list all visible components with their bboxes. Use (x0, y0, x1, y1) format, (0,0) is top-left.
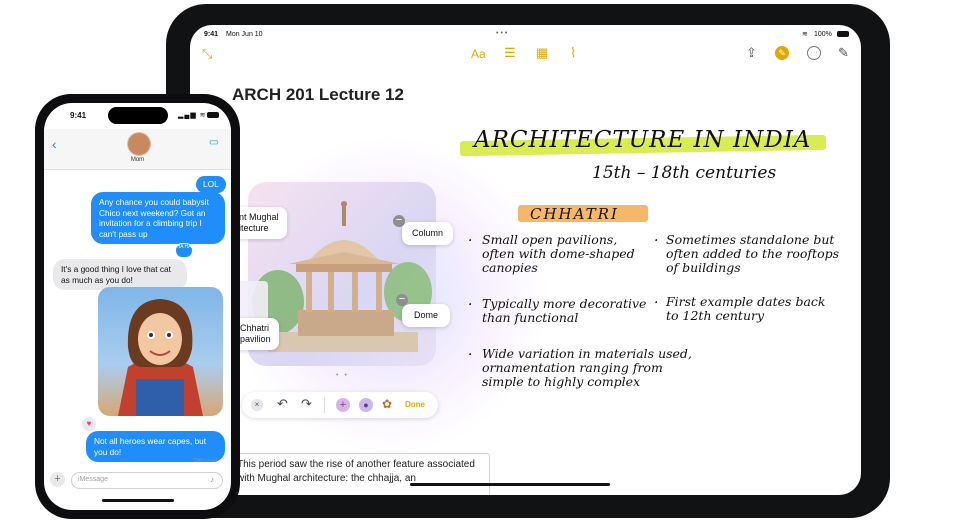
image-toolbar: × ↶ ↷ + ● ✿ Done (242, 392, 438, 418)
more-icon[interactable]: ··· (807, 46, 821, 60)
image-message[interactable] (98, 287, 223, 416)
person-icon[interactable]: ● (359, 398, 373, 412)
bullet-left-2: Typically more decorative than functiona… (482, 296, 647, 325)
sticker-icon[interactable]: ✿ (382, 397, 392, 411)
toolbar-divider (324, 397, 325, 413)
undo-icon[interactable]: ↶ (277, 396, 288, 412)
contact-avatar[interactable] (127, 132, 151, 156)
message-bubble-sent[interactable]: Any chance you could babysit Chico next … (91, 192, 225, 244)
bullet-icon: · (468, 233, 473, 249)
message-bubble-received[interactable]: It's a good thing I love that cat as muc… (53, 259, 187, 290)
note-body-text-card[interactable]: This period saw the rise of another feat… (234, 453, 490, 495)
battery-percent: 100% (814, 31, 832, 38)
battery-icon (837, 31, 849, 37)
handwritten-heading: CHHATRI (530, 205, 619, 223)
note-title[interactable]: ARCH 201 Lecture 12 (232, 85, 404, 105)
tapback-haha-icon[interactable]: HA HA (175, 243, 193, 258)
bullet-icon: · (468, 347, 473, 363)
tapback-heart-icon[interactable]: ♥ (82, 417, 96, 431)
message-bubble-sent[interactable]: LOL (196, 176, 226, 193)
done-button[interactable]: Done (405, 400, 425, 409)
delivered-status: Delivered (194, 458, 218, 464)
battery-icon (207, 112, 219, 118)
signal-icon: ▂▄▆ ≋ (178, 112, 207, 119)
checklist-icon[interactable]: ☰ (504, 45, 516, 61)
bullet-icon: · (468, 297, 473, 313)
bullet-right-1: Sometimes standalone but often added to … (666, 232, 840, 275)
bullet-left-1: Small open pavilions, often with dome-sh… (482, 232, 635, 275)
text-format-icon[interactable]: Aa (471, 47, 486, 61)
microphone-icon[interactable]: ♪ (210, 475, 214, 484)
table-icon[interactable]: ▦ (536, 45, 548, 61)
note-body-text[interactable]: This period saw the rise of another feat… (237, 458, 487, 486)
wifi-icon: ≋ (802, 31, 808, 38)
bullet-icon: · (654, 295, 659, 311)
facetime-icon[interactable]: ▭ (209, 137, 218, 148)
home-indicator (410, 483, 610, 486)
share-icon[interactable]: ⇪ (746, 45, 757, 61)
redo-icon[interactable]: ↷ (301, 396, 312, 412)
add-attachment-button[interactable]: + (50, 472, 65, 487)
status-date: Mon Jun 10 (226, 31, 263, 38)
cartoon-hero-image (118, 299, 203, 416)
collapse-icon[interactable]: ⤡ (202, 46, 212, 62)
handwritten-subtitle: 15th – 18th centuries (592, 163, 777, 183)
bullet-icon: · (654, 233, 659, 249)
attachment-icon[interactable]: ⌇ (570, 45, 576, 61)
label-dome[interactable]: Dome (402, 304, 451, 327)
contact-name[interactable]: Mom (44, 157, 231, 163)
label-column[interactable]: Column (402, 222, 454, 245)
bullet-left-3: Wide variation in materials used, orname… (482, 346, 692, 389)
home-indicator (102, 499, 174, 502)
compose-icon[interactable]: ✎ (838, 45, 849, 61)
messages-app-screen: 9:41 ▂▄▆ ≋ ‹ Mom ▭ LOL Any chance you co… (44, 103, 231, 510)
add-icon[interactable]: + (336, 398, 350, 412)
bullet-right-2: First example dates back to 12th century (666, 294, 826, 323)
message-input-placeholder: iMessage (78, 476, 108, 483)
markup-icon[interactable]: ✎ (775, 46, 789, 60)
back-chevron-icon[interactable]: ‹ (52, 136, 57, 152)
multitask-dots-icon[interactable]: ••• (496, 30, 509, 37)
close-icon[interactable]: × (251, 399, 263, 411)
status-time: 9:41 (204, 31, 219, 38)
page-dots: • • (336, 372, 349, 379)
notes-app-screen: 9:41 Mon Jun 10 ••• ≋ 100% ⤡ Aa ☰ ▦ ⌇ ⇪ … (190, 25, 861, 495)
status-time: 9:41 (70, 111, 87, 120)
message-input[interactable]: iMessage ♪ (71, 472, 223, 489)
handwritten-title: ARCHITECTURE IN INDIA (474, 127, 812, 153)
dynamic-island (108, 107, 168, 124)
